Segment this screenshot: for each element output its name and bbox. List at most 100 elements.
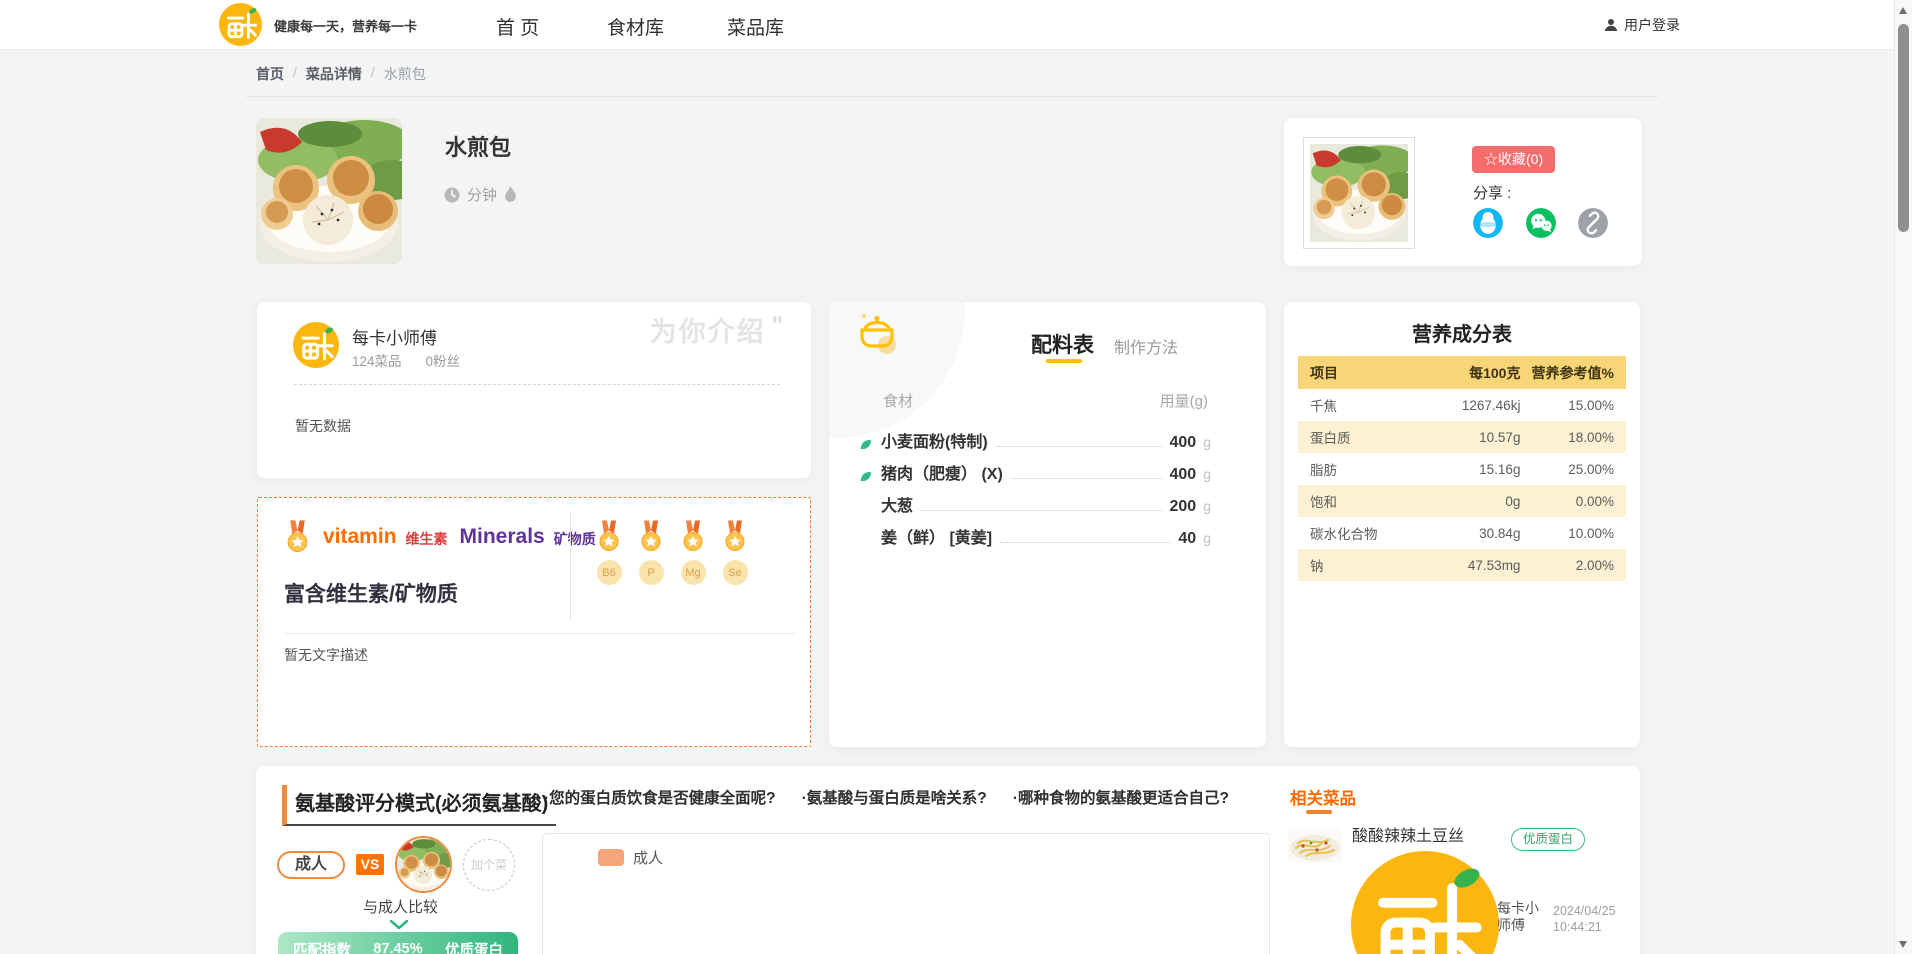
table-row: 千焦1267.46kj15.00% — [1298, 389, 1626, 421]
nutrient-badge-se: Se — [722, 520, 748, 585]
leaf-icon — [859, 470, 881, 483]
dotted-leader — [1000, 542, 1170, 543]
ingredient-amount: 40 — [1178, 530, 1196, 548]
user-login-button[interactable]: 用户登录 — [1604, 15, 1680, 35]
scrollbar-down-arrow[interactable] — [1899, 941, 1907, 948]
nav-item-ingredient-library[interactable]: 食材库 — [607, 13, 664, 40]
author-fans-count: 0粉丝 — [426, 350, 461, 370]
table-row: 脂肪15.16g25.00% — [1298, 453, 1626, 485]
legend-label: 成人 — [633, 847, 663, 868]
share-link-icon[interactable] — [1578, 208, 1608, 238]
horizontal-divider — [284, 633, 796, 634]
author-avatar[interactable] — [293, 322, 339, 368]
column-header-food: 食材 — [883, 390, 913, 411]
dashed-divider — [294, 384, 780, 385]
nav-item-home[interactable]: 首 页 — [496, 13, 539, 40]
scrollbar-up-arrow[interactable] — [1899, 7, 1907, 14]
nutrition-header-nrv: 营养参考值% — [1520, 363, 1626, 383]
page-title: 水煎包 — [445, 130, 511, 162]
collect-button[interactable]: ☆收藏(0) — [1472, 146, 1555, 173]
cooking-pot-icon — [853, 312, 901, 356]
vitamin-empty-text: 暂无文字描述 — [284, 645, 368, 665]
add-dish-button[interactable]: 加个菜 — [463, 839, 515, 891]
related-dishes-title: 相关菜品 — [1290, 785, 1356, 809]
vitamin-header: vitamin 维生素 Minerals 矿物质 — [284, 520, 596, 554]
minerals-en-label: Minerals — [460, 525, 545, 549]
medal-icon — [722, 520, 748, 553]
related-dish-datetime: 2024/04/25 10:44:21 — [1553, 903, 1616, 935]
nutrient-badge-p: P — [638, 520, 664, 585]
scrollbar[interactable] — [1894, 0, 1912, 954]
column-header-amount: 用量(g) — [1160, 390, 1208, 411]
clock-icon — [444, 187, 460, 203]
share-qq-icon[interactable] — [1473, 208, 1503, 238]
related-time: 10:44:21 — [1553, 919, 1616, 935]
score-value: 87.45% — [373, 941, 422, 954]
ingredient-unit: g — [1203, 530, 1211, 546]
header-divider — [246, 96, 1658, 97]
adult-pill-button[interactable]: 成人 — [277, 851, 345, 879]
leaf-icon — [859, 438, 881, 451]
ingredient-row[interactable]: 大葱 200 g — [859, 492, 1211, 524]
chart-legend: 成人 — [598, 847, 663, 868]
site-tagline: 健康每一天，营养每一卡 — [274, 16, 417, 35]
tab-ingredient-list[interactable]: 配料表 — [1031, 329, 1094, 359]
dish-meta: 分钟 — [444, 184, 517, 205]
related-date: 2024/04/25 — [1553, 903, 1616, 919]
question: ·氨基酸与蛋白质是啥关系? — [802, 786, 987, 808]
login-label: 用户登录 — [1624, 15, 1680, 35]
brand-logo-large — [1351, 851, 1499, 954]
comparison-row: 成人 VS 加个菜 — [277, 836, 515, 893]
related-title-underline — [1306, 810, 1332, 814]
breadcrumb-dish-detail[interactable]: 菜品详情 — [306, 64, 362, 84]
ingredient-name: 小麦面粉(特制) — [881, 428, 988, 452]
breadcrumb-home[interactable]: 首页 — [256, 64, 284, 84]
vertical-divider — [570, 512, 571, 620]
nutrient-badge-b6: B6 — [596, 520, 622, 585]
author-name[interactable]: 每卡小师傅 — [352, 324, 437, 349]
nav-item-dish-library[interactable]: 菜品库 — [727, 13, 784, 40]
dish-image — [256, 118, 402, 264]
question: ·哪种食物的氨基酸更适合自己? — [1013, 786, 1229, 808]
question: ·您的蛋白质饮食是否健康全面呢? — [544, 786, 776, 808]
active-tab-underline — [1046, 359, 1082, 363]
breadcrumb-current: 水煎包 — [384, 64, 426, 84]
related-dish-thumbnail[interactable] — [1288, 828, 1342, 863]
breadcrumb-separator: / — [371, 64, 375, 84]
table-row: 蛋白质10.57g18.00% — [1298, 421, 1626, 453]
navbar: 健康每一天，营养每一卡 首 页 食材库 菜品库 用户登录 — [0, 0, 1912, 50]
vs-badge: VS — [356, 854, 384, 875]
table-row: 饱和0g0.00% — [1298, 485, 1626, 517]
page: 健康每一天，营养每一卡 首 页 食材库 菜品库 用户登录 首页 / 菜品详情 /… — [0, 0, 1912, 954]
author-dish-count: 124菜品 — [352, 350, 402, 370]
share-label: 分享 : — [1473, 182, 1511, 203]
nutrition-table: 项目 每100克 营养参考值% 千焦1267.46kj15.00% 蛋白质10.… — [1298, 356, 1626, 581]
author-stats: 124菜品 0粉丝 — [352, 350, 460, 370]
ingredients-card: 配料表 制作方法 食材 用量(g) 小麦面粉(特制) 400 g 猪肉（肥瘦） … — [829, 302, 1266, 747]
ingredient-amount: 400 — [1170, 434, 1197, 452]
table-row: 钠47.53mg2.00% — [1298, 549, 1626, 581]
dish-thumbnail — [1303, 137, 1415, 249]
site-logo-icon[interactable] — [219, 3, 262, 46]
author-card: 每卡小师傅 124菜品 0粉丝 为你介绍" 暂无数据 — [257, 302, 811, 478]
scrollbar-thumb[interactable] — [1898, 24, 1909, 232]
score-label: 匹配指数 — [293, 939, 351, 954]
breadcrumb-separator: / — [293, 64, 297, 84]
medal-icon — [596, 520, 622, 553]
ingredient-amount: 400 — [1170, 466, 1197, 484]
share-wechat-icon[interactable] — [1526, 208, 1556, 238]
protein-quality-badge: 优质蛋白 — [1511, 828, 1585, 851]
tab-cooking-method[interactable]: 制作方法 — [1114, 334, 1178, 358]
dotted-leader — [1011, 478, 1162, 479]
nutrition-header-row: 项目 每100克 营养参考值% — [1298, 356, 1626, 389]
ingredient-row[interactable]: 姜（鲜） [黄姜] 40 g — [859, 524, 1211, 556]
badge-label: Mg — [681, 560, 706, 585]
related-dish-name[interactable]: 酸酸辣辣土豆丝 — [1352, 822, 1464, 846]
ingredient-unit: g — [1203, 466, 1211, 482]
ingredient-row[interactable]: 猪肉（肥瘦） (X) 400 g — [859, 460, 1211, 492]
ingredient-row[interactable]: 小麦面粉(特制) 400 g — [859, 428, 1211, 460]
related-dish-author: 每卡小师傅 — [1497, 900, 1545, 934]
vitamin-heading: 富含维生素/矿物质 — [284, 578, 458, 608]
medal-icon — [284, 520, 311, 554]
ingredient-name: 大葱 — [881, 492, 913, 516]
